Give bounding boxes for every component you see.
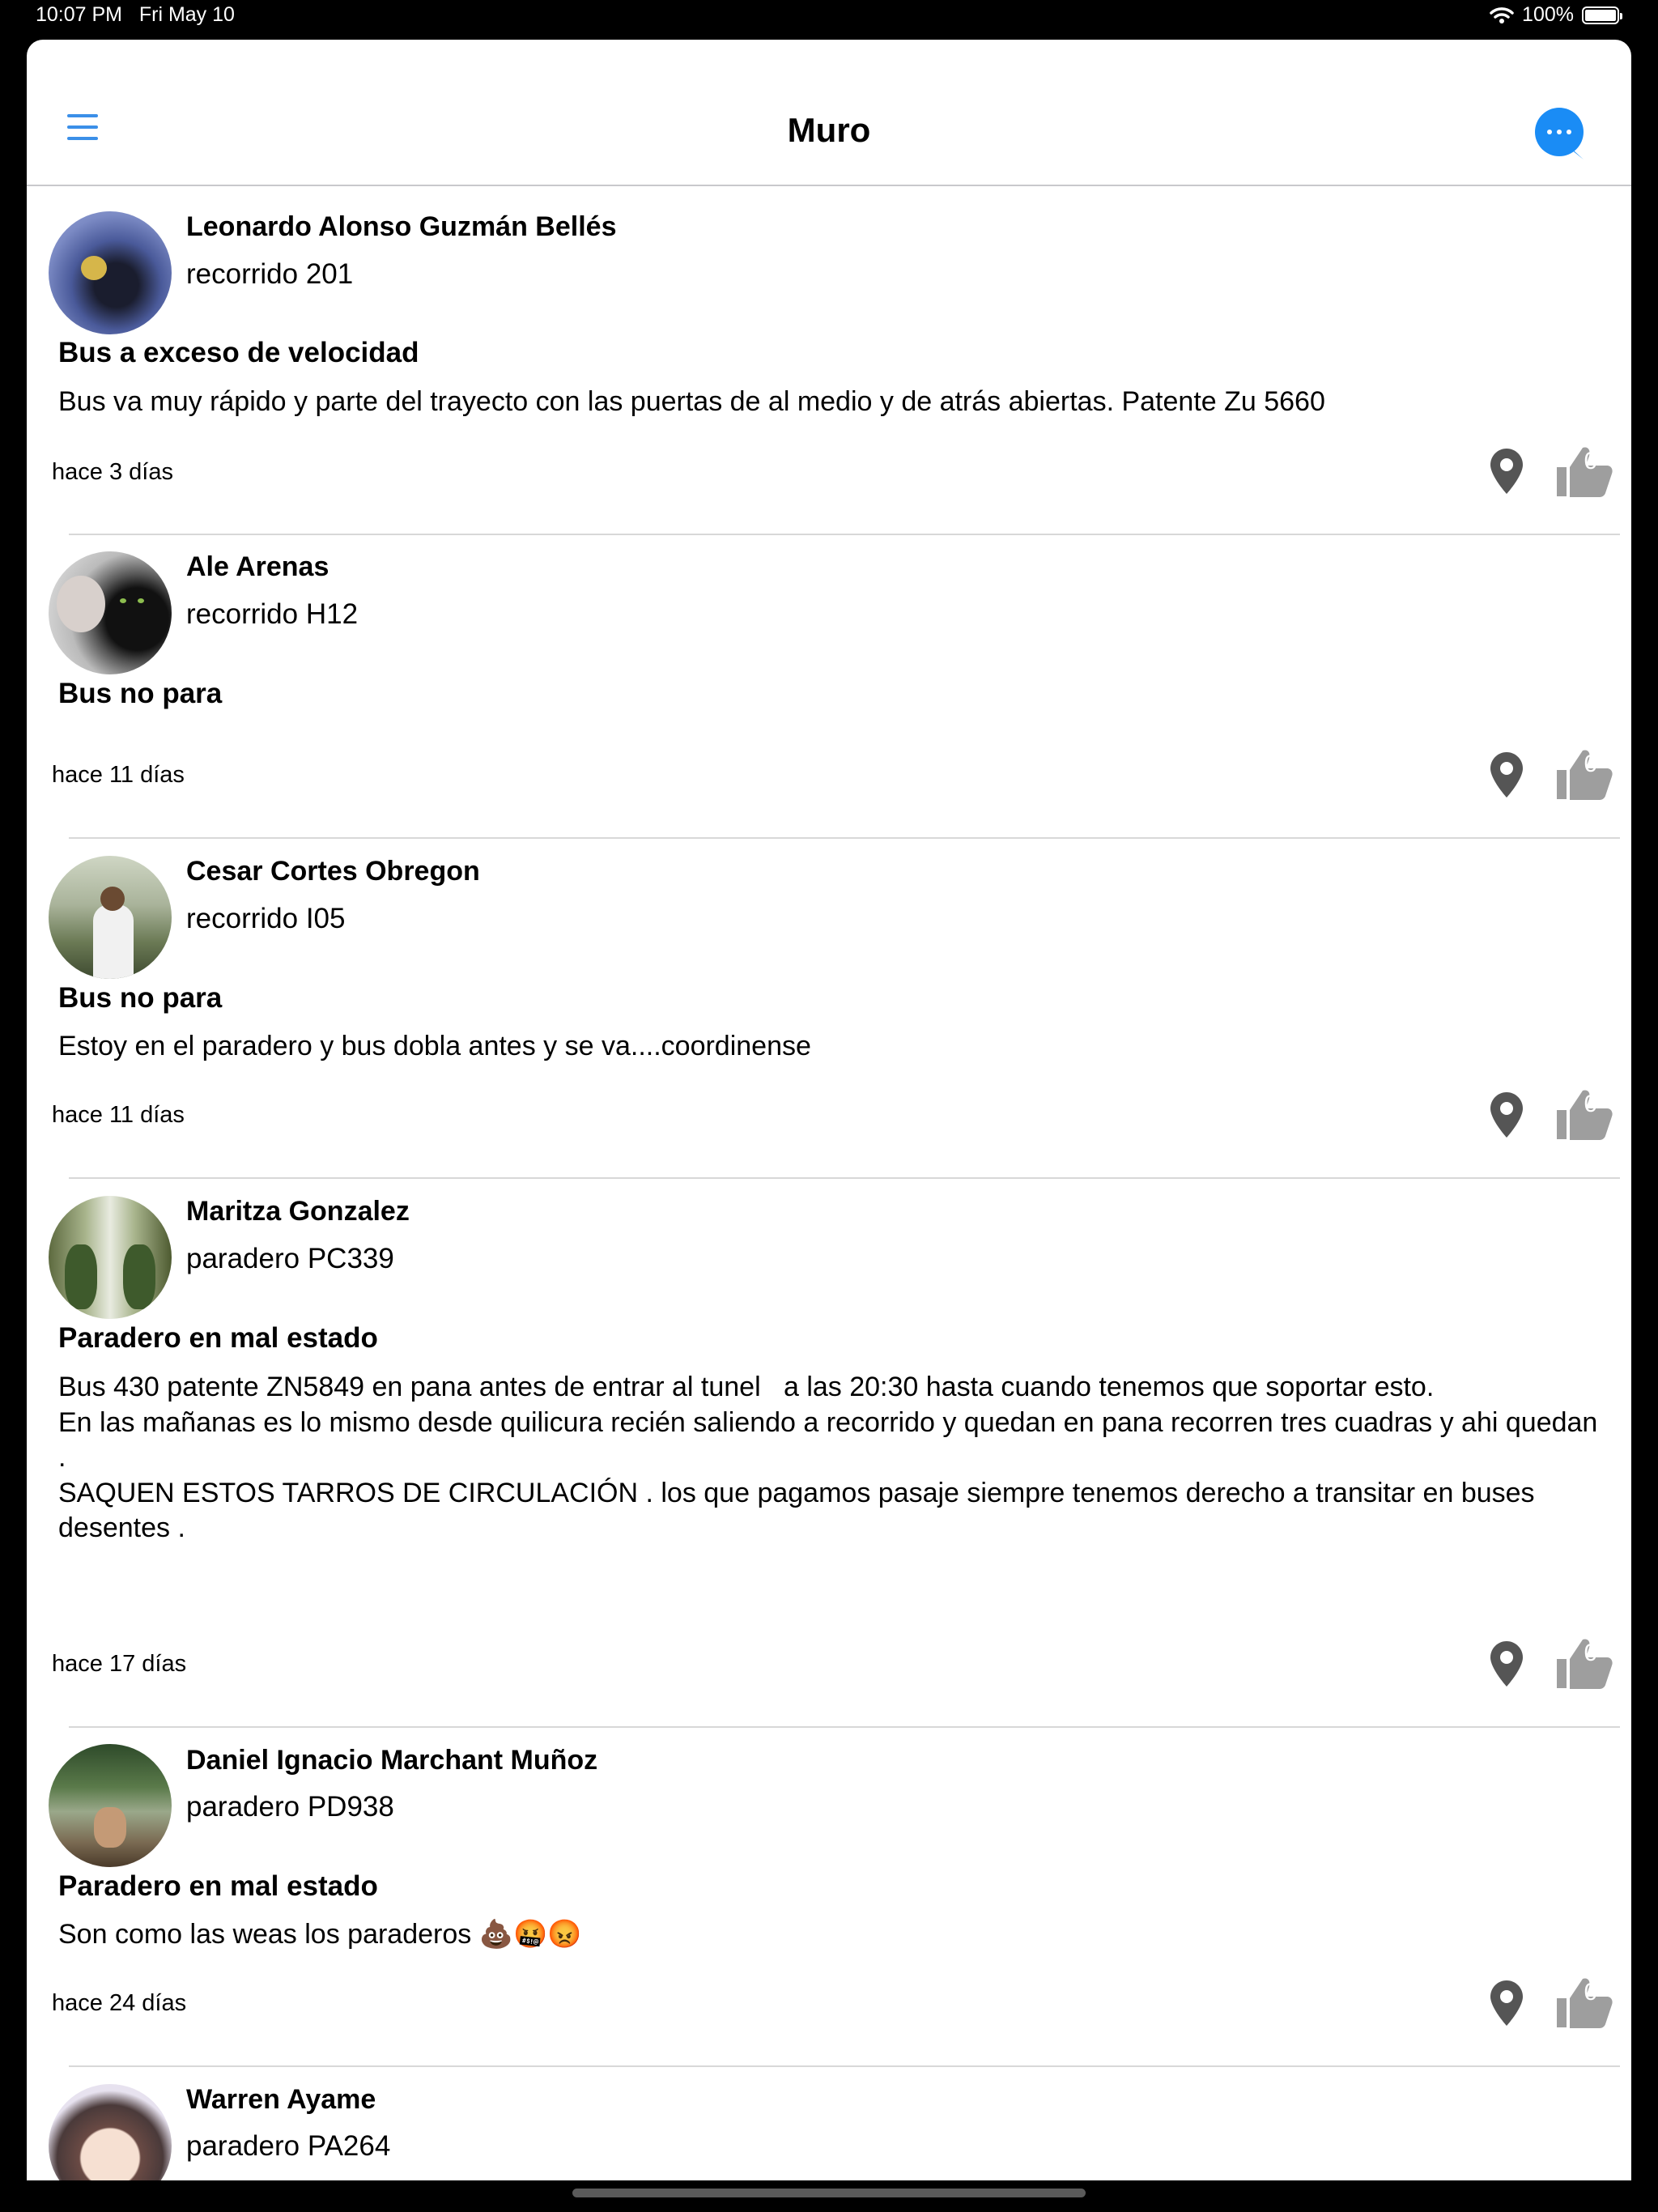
status-indicators: 100% xyxy=(1490,3,1622,27)
location-pin-icon[interactable] xyxy=(1489,447,1524,496)
like-count: 0 xyxy=(1584,448,1598,474)
avatar[interactable] xyxy=(49,856,172,979)
post-title: Paradero en mal estado xyxy=(58,1870,378,1902)
location-pin-icon[interactable] xyxy=(1489,751,1524,799)
avatar[interactable] xyxy=(49,211,172,334)
divider xyxy=(69,534,1620,535)
home-indicator[interactable] xyxy=(572,2189,1086,2197)
author-name[interactable]: Maritza Gonzalez xyxy=(186,1196,410,1227)
route-label: paradero PC339 xyxy=(186,1243,394,1274)
battery-percent: 100% xyxy=(1522,3,1574,26)
author-name[interactable]: Leonardo Alonso Guzmán Bellés xyxy=(186,211,616,243)
avatar[interactable] xyxy=(49,2084,172,2180)
route-label: paradero PD938 xyxy=(186,1791,394,1823)
avatar[interactable] xyxy=(49,1196,172,1319)
like-button[interactable]: 0 xyxy=(1554,1974,1613,2031)
post-time: hace 3 días xyxy=(52,459,173,485)
avatar[interactable] xyxy=(49,551,172,674)
wifi-icon xyxy=(1490,6,1514,23)
like-count: 0 xyxy=(1584,1640,1598,1666)
route-label: recorrido I05 xyxy=(186,903,346,934)
post-body: Bus 430 patente ZN5849 en pana antes de … xyxy=(58,1372,1598,1543)
status-bar: 10:07 PM Fri May 10 100% xyxy=(0,0,1658,36)
divider xyxy=(69,837,1620,839)
location-pin-icon[interactable] xyxy=(1489,1979,1524,2027)
chat-bubble-icon[interactable] xyxy=(1535,108,1584,156)
route-label: paradero PA264 xyxy=(186,2130,391,2162)
post-time: hace 17 días xyxy=(52,1651,187,1677)
battery-icon xyxy=(1582,6,1622,24)
author-name[interactable]: Warren Ayame xyxy=(186,2084,376,2116)
like-count: 0 xyxy=(1584,751,1598,777)
author-name[interactable]: Daniel Ignacio Marchant Muñoz xyxy=(186,1745,597,1776)
divider xyxy=(69,1726,1620,1728)
location-pin-icon[interactable] xyxy=(1489,1091,1524,1139)
like-button[interactable]: 0 xyxy=(1554,1086,1613,1142)
like-button[interactable]: 0 xyxy=(1554,443,1613,500)
post-title: Paradero en mal estado xyxy=(58,1322,378,1354)
wall-screen: Muro Leonardo Alonso Guzmán Bellés recor… xyxy=(27,40,1631,2180)
author-name[interactable]: Cesar Cortes Obregon xyxy=(186,856,480,887)
like-count: 0 xyxy=(1584,1979,1598,2006)
post-body: Estoy en el paradero y bus dobla antes y… xyxy=(58,1031,811,1061)
post-time: hace 24 días xyxy=(52,1990,187,2016)
post-title: Bus no para xyxy=(58,982,223,1014)
page-title: Muro xyxy=(787,111,871,149)
post-body: Son como las weas los paraderos 💩🤬😡 xyxy=(58,1919,582,1950)
divider xyxy=(69,1177,1620,1179)
post-time: hace 11 días xyxy=(52,762,185,788)
post-time: hace 11 días xyxy=(52,1102,185,1128)
like-button[interactable]: 0 xyxy=(1554,1635,1613,1691)
route-label: recorrido H12 xyxy=(186,598,359,630)
like-button[interactable]: 0 xyxy=(1554,746,1613,802)
post-title: Bus a exceso de velocidad xyxy=(58,337,419,368)
post-body: Bus va muy rápido y parte del trayecto c… xyxy=(58,386,1325,417)
location-pin-icon[interactable] xyxy=(1489,1640,1524,1688)
divider xyxy=(69,2065,1620,2067)
navigation-bar: Muro xyxy=(27,40,1631,186)
status-time: 10:07 PM Fri May 10 xyxy=(36,3,235,26)
route-label: recorrido 201 xyxy=(186,258,354,290)
author-name[interactable]: Ale Arenas xyxy=(186,551,329,583)
like-count: 0 xyxy=(1584,1091,1598,1117)
avatar[interactable] xyxy=(49,1744,172,1867)
post-title: Bus no para xyxy=(58,678,223,709)
